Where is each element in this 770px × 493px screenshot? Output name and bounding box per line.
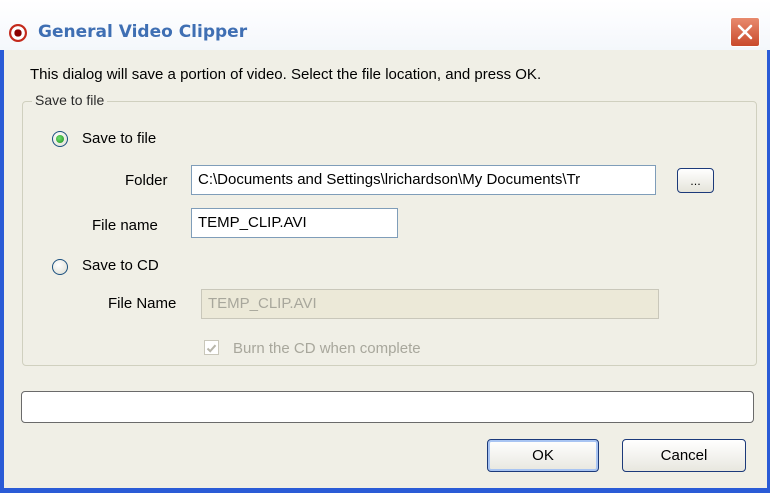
file-name-label: File name: [92, 217, 158, 234]
folder-input[interactable]: C:\Documents and Settings\lrichardson\My…: [191, 165, 656, 195]
progress-bar: [21, 391, 754, 423]
title-bar[interactable]: General Video Clipper: [0, 0, 770, 50]
ok-button[interactable]: OK: [487, 439, 599, 472]
save-to-cd-radio[interactable]: [52, 259, 68, 275]
browse-button[interactable]: ...: [677, 168, 714, 193]
folder-label: Folder: [125, 172, 168, 189]
save-to-file-radio[interactable]: [52, 131, 68, 147]
checkmark-icon: [206, 344, 217, 353]
save-to-cd-label[interactable]: Save to CD: [82, 257, 159, 274]
window-frame-left: [0, 50, 4, 493]
intro-text: This dialog will save a portion of video…: [30, 66, 542, 83]
groupbox-title: Save to file: [32, 92, 108, 108]
cancel-button[interactable]: Cancel: [622, 439, 746, 472]
cd-file-name-label: File Name: [108, 295, 177, 312]
cd-file-name-input[interactable]: TEMP_CLIP.AVI: [201, 289, 659, 319]
dialog-window: General Video Clipper This dialog will s…: [0, 0, 770, 493]
close-button[interactable]: [730, 17, 760, 47]
burn-cd-checkbox[interactable]: [204, 340, 219, 355]
save-to-file-label[interactable]: Save to file: [82, 130, 156, 147]
window-title: General Video Clipper: [38, 22, 248, 42]
radio-selected-dot: [56, 135, 64, 143]
eye-icon: [9, 24, 27, 42]
window-frame-bottom: [0, 488, 770, 493]
file-name-input[interactable]: TEMP_CLIP.AVI: [191, 208, 398, 238]
close-icon: [737, 24, 753, 40]
burn-cd-label: Burn the CD when complete: [233, 340, 421, 357]
